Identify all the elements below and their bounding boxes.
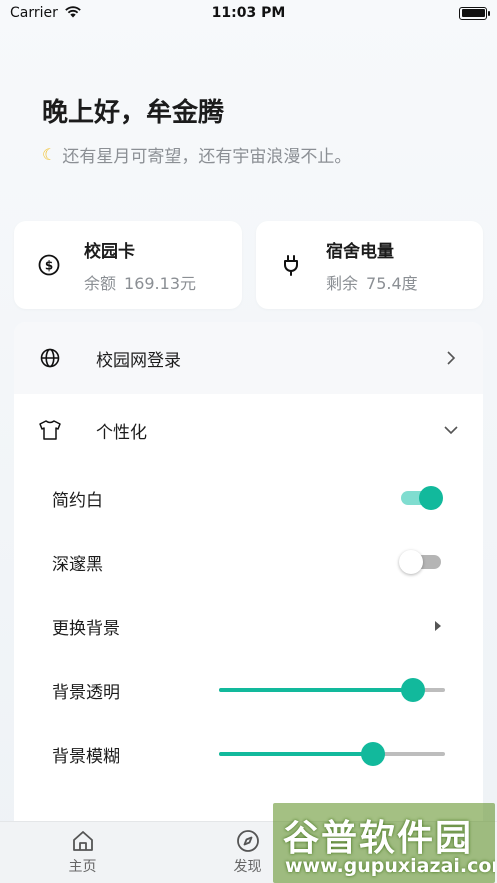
- chevron-right-icon: [443, 350, 459, 366]
- dorm-power-title: 宿舍电量: [326, 241, 394, 262]
- slider-thumb[interactable]: [401, 678, 426, 702]
- svg-text:$: $: [45, 259, 53, 273]
- simple-white-label: 简约白: [52, 490, 103, 511]
- campus-card-label: 余额: [84, 273, 117, 293]
- greeting-title: 晚上好，牟金腾: [42, 98, 225, 128]
- dorm-power-widget[interactable]: 宿舍电量 剩余 75.4度: [256, 221, 483, 309]
- carrier-label: Carrier: [10, 5, 58, 21]
- dorm-power-value: 75.4度: [366, 273, 418, 293]
- subtitle-text: 还有星月可寄望，还有宇宙浪漫不止。: [62, 147, 352, 167]
- campus-network-login-row[interactable]: 校园网登录: [14, 322, 483, 394]
- battery-icon: [459, 6, 490, 20]
- globe-icon: [38, 346, 62, 370]
- deep-black-toggle[interactable]: [399, 550, 441, 574]
- change-background-row[interactable]: 更换背景: [14, 594, 483, 658]
- slider-thumb[interactable]: [360, 742, 385, 766]
- watermark-text: 谷普软件园: [283, 818, 474, 859]
- background-opacity-slider[interactable]: [219, 678, 445, 702]
- wifi-icon: [64, 5, 82, 22]
- tab-discover-label: 发现: [233, 859, 262, 875]
- personalize-row[interactable]: 个性化: [14, 394, 483, 466]
- simple-white-row: 简约白: [14, 466, 483, 530]
- chevron-down-icon: [443, 422, 459, 438]
- tab-home[interactable]: 主页: [0, 822, 165, 883]
- personalize-label: 个性化: [96, 422, 147, 443]
- background-blur-row: 背景模糊: [14, 722, 483, 786]
- campus-card-balance: 169.13元: [124, 273, 197, 293]
- campus-card-title: 校园卡: [84, 241, 135, 262]
- watermark: 谷普软件园 www.gupuxiazai.com: [273, 803, 495, 883]
- home-icon: [70, 828, 96, 854]
- dollar-icon: $: [38, 254, 60, 276]
- campus-network-label: 校园网登录: [96, 350, 181, 371]
- plug-icon: [280, 254, 302, 276]
- status-bar: Carrier 11:03 PM: [0, 0, 497, 26]
- background-blur-slider[interactable]: [219, 742, 445, 766]
- moon-icon: ☾: [42, 145, 57, 164]
- deep-black-row: 深邃黑: [14, 530, 483, 594]
- deep-black-label: 深邃黑: [52, 554, 103, 575]
- campus-card-widget[interactable]: $ 校园卡 余额 169.13元: [14, 221, 242, 309]
- simple-white-toggle[interactable]: [401, 486, 443, 510]
- greeting-subtitle: ☾ 还有星月可寄望，还有宇宙浪漫不止。: [42, 142, 351, 167]
- compass-icon: [235, 828, 261, 854]
- background-opacity-label: 背景透明: [52, 682, 120, 703]
- tshirt-icon: [38, 418, 62, 442]
- dorm-power-label: 剩余: [326, 273, 359, 293]
- tab-home-label: 主页: [68, 859, 97, 875]
- background-opacity-row: 背景透明: [14, 658, 483, 722]
- caret-right-icon: [435, 621, 441, 631]
- change-background-label: 更换背景: [52, 618, 120, 639]
- settings-panel: 校园网登录 个性化 简约白 深邃黑 更换背景 背景透明 背景模糊: [14, 322, 483, 842]
- background-blur-label: 背景模糊: [52, 746, 120, 767]
- watermark-url: www.gupuxiazai.com: [285, 855, 495, 877]
